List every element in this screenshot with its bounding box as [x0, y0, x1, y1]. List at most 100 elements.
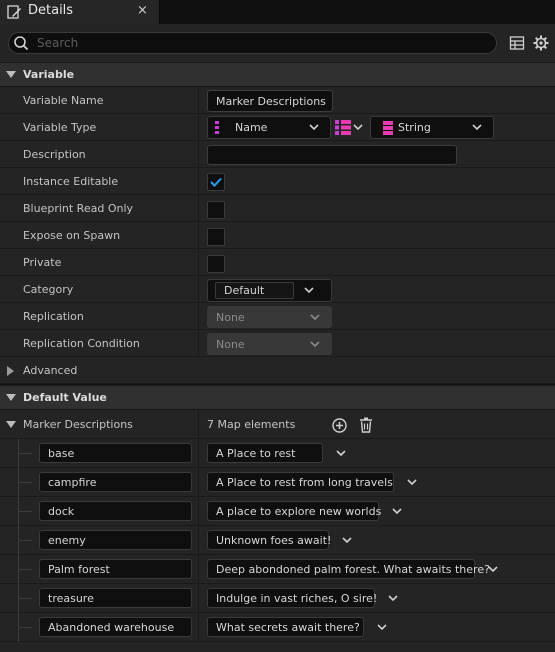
row-replication: Replication None [0, 303, 555, 330]
section-variable[interactable]: Variable [0, 62, 555, 86]
details-toolbar [0, 24, 555, 62]
row-marker-descriptions: Marker Descriptions 7 Map elements [0, 410, 555, 439]
map-key-input[interactable]: dock [39, 501, 192, 521]
string-type-pin-icon [383, 121, 393, 135]
tab-close-icon[interactable]: × [137, 3, 148, 18]
row-description: Description [0, 141, 555, 168]
map-key-input[interactable]: treasure [39, 588, 192, 608]
section-label: Variable [23, 68, 75, 81]
value-type-label: String [398, 121, 431, 134]
map-value-input[interactable]: A place to explore new worlds [207, 501, 381, 521]
column-divider[interactable] [198, 195, 199, 222]
replication-dropdown[interactable]: None [207, 306, 332, 328]
map-key-text: campfire [48, 476, 97, 489]
instance-editable-checkbox[interactable] [207, 173, 225, 191]
expose-on-spawn-checkbox[interactable] [207, 228, 225, 246]
tab-bar: Details × [0, 0, 555, 24]
map-value-input[interactable]: Deep abondoned palm forest. What awaits … [207, 559, 490, 579]
variable-name-input[interactable]: Marker Descriptions [207, 90, 333, 112]
row-replication-condition: Replication Condition None [0, 330, 555, 357]
tree-branch-line [18, 569, 32, 570]
map-key-text: enemy [48, 534, 86, 547]
search-box[interactable] [8, 32, 497, 54]
column-divider[interactable] [198, 555, 199, 584]
map-value-text: Deep abondoned palm forest. What awaits … [216, 563, 490, 576]
chevron-down-icon[interactable] [488, 566, 498, 573]
row-private: Private [0, 249, 555, 276]
chevron-down-icon[interactable] [392, 508, 402, 515]
column-divider[interactable] [198, 114, 199, 141]
expand-arrow-right-icon [7, 366, 14, 376]
chevron-down-icon[interactable] [388, 595, 398, 602]
property-label: Category [23, 283, 74, 296]
column-divider[interactable] [198, 87, 199, 114]
column-divider[interactable] [198, 584, 199, 613]
search-icon [14, 36, 29, 51]
tree-branch-line [18, 540, 32, 541]
column-divider[interactable] [198, 141, 199, 168]
chevron-down-icon [310, 341, 320, 348]
chevron-down-icon[interactable] [407, 479, 417, 486]
row-variable-name: Variable Name Marker Descriptions [0, 87, 555, 114]
expand-arrow-down-icon[interactable] [6, 421, 16, 429]
map-value-input[interactable]: What secrets await there? [207, 617, 364, 637]
row-blueprint-read-only: Blueprint Read Only [0, 195, 555, 222]
chevron-down-icon[interactable] [336, 450, 346, 457]
map-value-input[interactable]: Indulge in vast riches, O sire! [207, 588, 377, 608]
property-label: Variable Name [23, 94, 104, 107]
column-divider[interactable] [198, 497, 199, 526]
search-input[interactable] [37, 35, 477, 51]
tab-details[interactable]: Details × [0, 0, 160, 24]
map-count-text: 7 Map elements [207, 418, 296, 431]
blueprint-read-only-checkbox[interactable] [207, 201, 225, 219]
add-element-icon[interactable] [332, 418, 347, 433]
chevron-down-icon [472, 124, 482, 131]
key-type-label: Name [235, 121, 268, 134]
private-checkbox[interactable] [207, 255, 225, 273]
description-input[interactable] [207, 145, 457, 165]
map-value-text: A Place to rest [216, 447, 296, 460]
category-combo[interactable]: Default [207, 279, 332, 302]
map-value-input[interactable]: A Place to rest [207, 443, 323, 463]
map-key-input[interactable]: enemy [39, 530, 192, 550]
column-divider[interactable] [198, 410, 199, 439]
key-type-dropdown[interactable]: Name [207, 116, 331, 139]
category-value: Default [224, 284, 265, 297]
column-divider[interactable] [198, 330, 199, 357]
chevron-down-icon[interactable] [377, 624, 387, 631]
settings-gear-icon[interactable] [533, 35, 549, 51]
container-type-dropdown[interactable] [333, 116, 366, 139]
value-type-dropdown[interactable]: String [370, 116, 494, 139]
section-default-value[interactable]: Default Value [0, 385, 555, 409]
row-advanced[interactable]: Advanced [0, 357, 555, 384]
map-key-input[interactable]: Palm forest [39, 559, 192, 579]
column-divider[interactable] [198, 249, 199, 276]
replication-condition-value: None [216, 338, 245, 351]
map-value-input[interactable]: A Place to rest from long travels [207, 472, 394, 492]
trash-icon[interactable] [359, 417, 373, 433]
column-divider[interactable] [198, 613, 199, 642]
column-divider[interactable] [198, 222, 199, 249]
map-key-input[interactable]: Abandoned warehouse [39, 617, 192, 637]
column-divider[interactable] [198, 468, 199, 497]
map-container-icon [335, 120, 351, 135]
map-value-input[interactable]: Unknown foes await! [207, 530, 332, 550]
column-divider[interactable] [198, 168, 199, 195]
column-divider[interactable] [198, 303, 199, 330]
category-text-input[interactable]: Default [215, 282, 294, 299]
column-divider[interactable] [198, 526, 199, 555]
panel-footer [0, 642, 555, 652]
replication-condition-dropdown[interactable]: None [207, 333, 332, 355]
chevron-down-icon[interactable] [342, 537, 352, 544]
table-view-icon[interactable] [509, 35, 525, 51]
checkmark-icon [210, 177, 222, 187]
map-value-text: Unknown foes await! [216, 534, 332, 547]
map-entry-row: base A Place to rest [0, 439, 555, 468]
property-label: Blueprint Read Only [23, 202, 134, 215]
column-divider[interactable] [198, 276, 199, 303]
map-key-input[interactable]: base [39, 443, 192, 463]
column-divider[interactable] [198, 439, 199, 468]
advanced-label: Advanced [23, 364, 78, 377]
map-key-input[interactable]: campfire [39, 472, 192, 492]
map-value-text: What secrets await there? [216, 621, 360, 634]
